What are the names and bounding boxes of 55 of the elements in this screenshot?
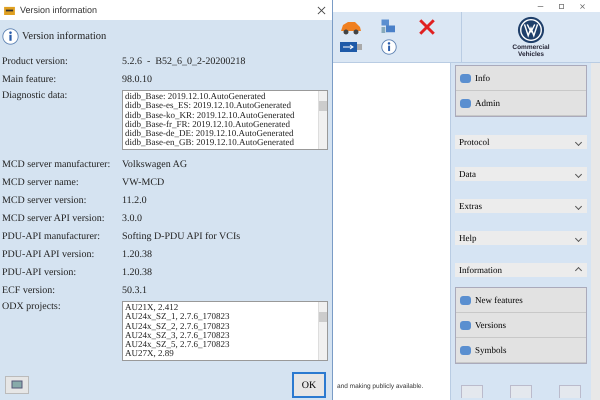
list-item: AU21X, 2.412 [125,303,180,312]
list-box[interactable]: AU21X, 2.412 AU24x_SZ_1, 2.7.6_170823 AU24x_SZ_2, 2.7.6_170823 AU24x_SZ_3, 2.7.6_170823 AU24x_SZ_5, 2.7.6_170823 AU27X, 2.89 [122,301,328,361]
field-label: MCD server API version: [2,212,106,224]
list-item: didb_Base-ko_KR: 2019.12.10.AutoGenerated [125,110,296,120]
field-label: Main feature: [2,74,58,84]
field-label: MCD server version: [2,194,88,206]
maximize-icon[interactable] [558,2,565,10]
folder-icon [4,6,15,14]
field-value: 1.20.38 [122,248,152,260]
field-value: 11.2.0 [122,194,147,206]
list-box[interactable] [122,90,328,150]
field-value: 98.0.10 [122,74,152,84]
list-item: AU24x_SZ_2, 2.7.6_170823 [125,322,231,331]
screen-button[interactable] [5,376,29,394]
list-item: AU27X, 2.89 [125,349,174,359]
field-value: 5.2.6 - B52_6_0_2-20200218 [122,56,246,66]
list-item: didb_Base-es_ES: 2019.12.10.AutoGenerated [125,101,292,111]
list-item: AU24x_SZ_3, 2.7.6_170823 [125,330,231,340]
close-icon[interactable] [579,2,586,10]
section-header[interactable]: Extras [455,199,587,213]
field-label: PDU-API manufacturer: [2,230,102,242]
field-value: 3.0.0 [122,212,142,224]
screen-icon [11,380,23,390]
field-label: Diagnostic data: [2,90,68,101]
field-label: ECF version: [2,284,56,296]
field-value: Softing D-PDU API for VCIs [122,230,240,242]
section-header[interactable]: Protocol [455,135,587,149]
field-label: MCD server name: [2,176,80,188]
scrollbar[interactable] [591,63,600,400]
field-label: ODX projects: [2,301,62,312]
info-icon [2,28,19,44]
list-item: AU24x_SZ_5, 2.7.6_170823 [125,340,231,350]
section-header[interactable]: Information [455,263,587,277]
section-header[interactable]: Data [455,167,587,181]
list-item: AU24x_SZ_1, 2.7.6_170823 [125,312,231,322]
list-item: didb_Base-de_DE: 2019.12.10.AutoGenerated [125,129,294,138]
scrollbar[interactable] [318,91,327,149]
field-value: VW-MCD [122,176,164,188]
field-label: PDU-API version: [2,266,78,278]
field-label: MCD server manufacturer: [2,158,112,170]
field-value: 50.3.1 [122,284,147,296]
window-title: Version information [20,5,98,15]
close-icon[interactable] [317,6,326,14]
scrollbar[interactable] [318,302,327,360]
list-item: didb_Base: 2019.12.10.AutoGenerated [125,92,266,102]
list-item: didb_Base-fr_FR: 2019.12.10.AutoGenerated [125,120,291,130]
field-value: Volkswagen AG [122,158,188,170]
field-value: 1.20.38 [122,266,152,278]
section-header[interactable]: Help [455,231,587,245]
ok-button[interactable]: OK [292,372,326,398]
logo-icon [517,16,545,44]
list-item: didb_Base-en_GB: 2019.12.10.AutoGenerated [125,138,295,148]
field-label: Product version: [2,56,69,66]
field-label: PDU-API API version: [2,248,96,260]
dialog-heading: Version information [22,30,106,42]
